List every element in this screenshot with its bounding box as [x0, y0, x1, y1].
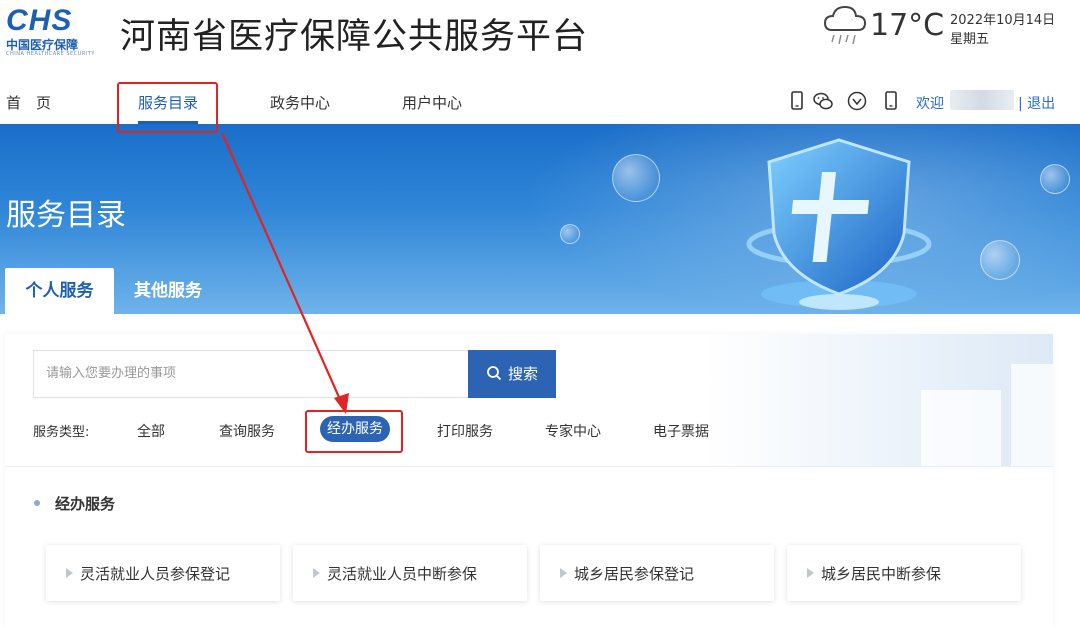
annotation-arrow-icon	[220, 132, 349, 414]
